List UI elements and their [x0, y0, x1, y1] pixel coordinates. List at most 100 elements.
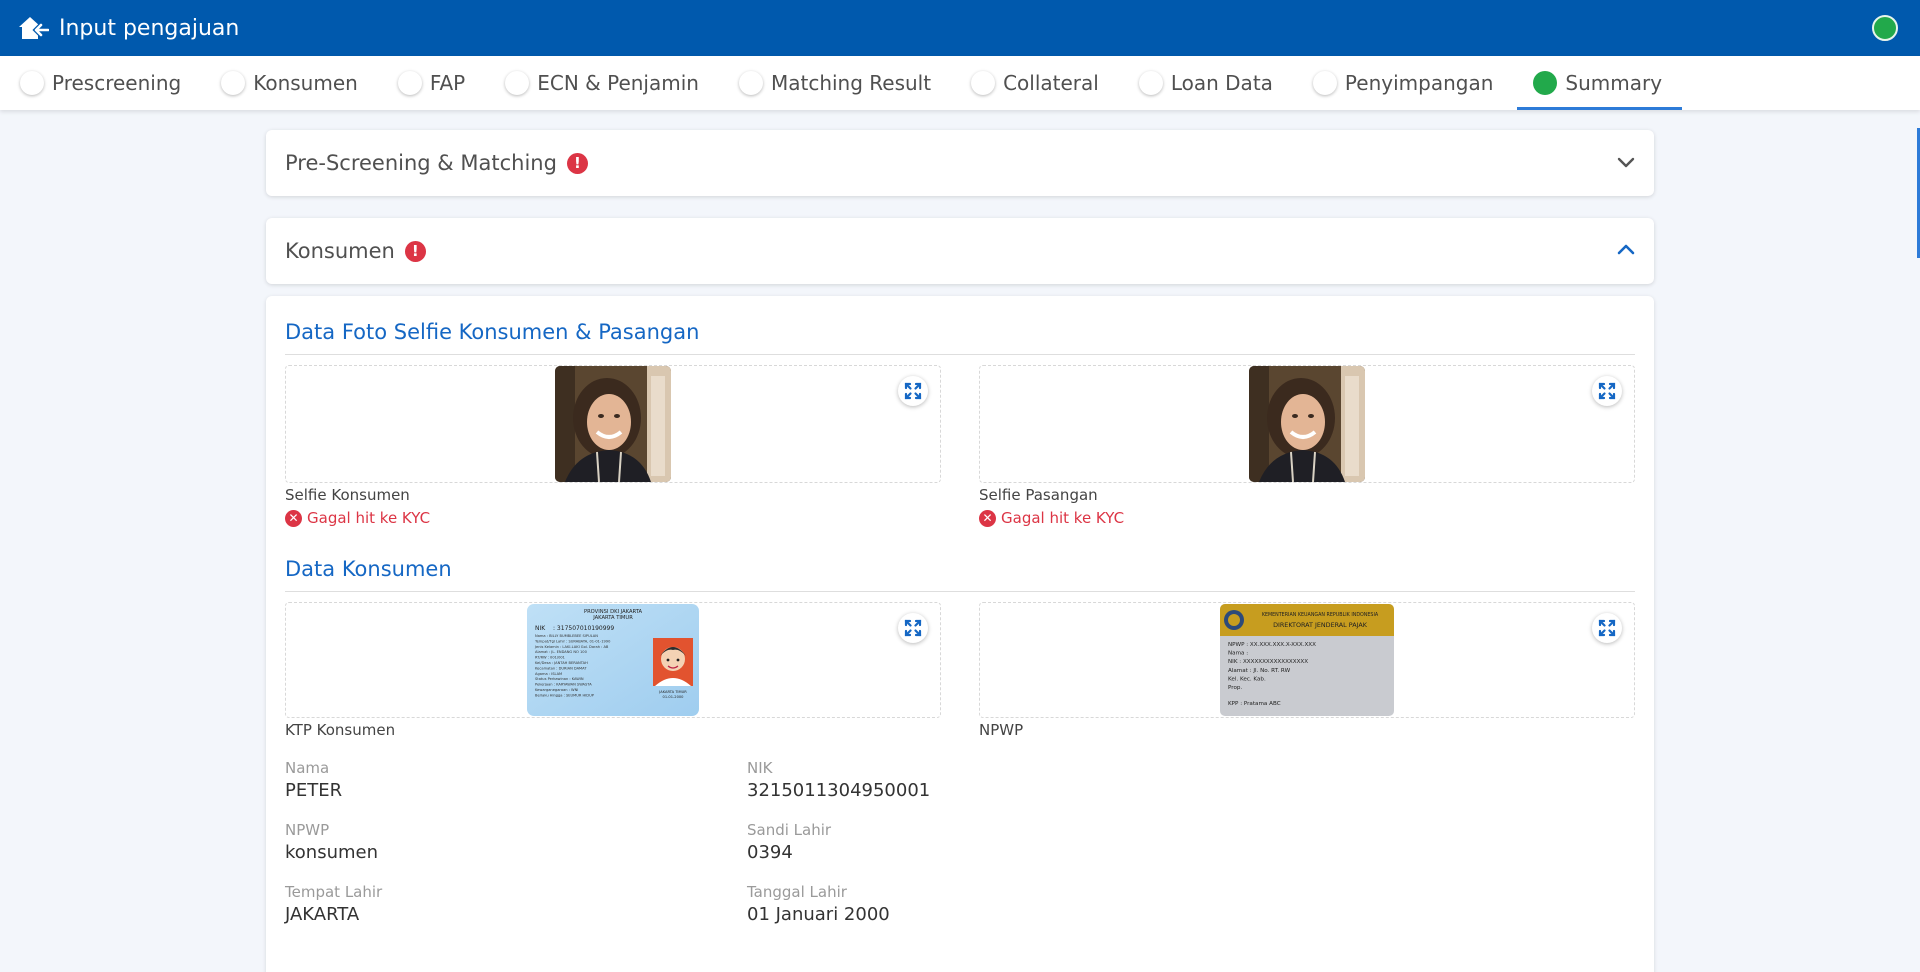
tab-ecn-penjamin[interactable]: ECN & Penjamin — [503, 56, 719, 110]
step-status-icon — [971, 71, 996, 95]
image-label: Selfie Konsumen — [285, 486, 410, 504]
field-npwp: NPWP konsumen — [285, 821, 747, 863]
ktp-nik: : 317507010190999 — [553, 625, 614, 632]
chevron-down-icon[interactable] — [1616, 152, 1636, 172]
ktp-row-text: Jenis Kelamin : LAKI-LAKI Gol. Darah : A… — [534, 645, 609, 649]
step-status-icon — [397, 71, 422, 95]
kyc-status: ✕ Gagal hit ke KYC — [285, 509, 941, 527]
field-sandi-lahir: Sandi Lahir 0394 — [747, 821, 1209, 863]
tab-collateral[interactable]: Collateral — [969, 56, 1119, 110]
selfie-pasangan-photo[interactable] — [1249, 366, 1365, 482]
home-back-icon[interactable] — [17, 13, 51, 43]
document-row: PROVINSI DKI JAKARTA JAKARTA TIMUR NIK :… — [285, 602, 1635, 739]
expand-icon[interactable] — [1592, 613, 1622, 643]
image-label: NPWP — [979, 721, 1024, 739]
tab-label: Loan Data — [1170, 71, 1273, 95]
npwp-row-text: Kel. Kec. Kab. — [1228, 676, 1266, 682]
tab-prescreening[interactable]: Prescreening — [18, 56, 201, 110]
tab-penyimpangan[interactable]: Penyimpangan — [1311, 56, 1513, 110]
step-status-icon — [1138, 71, 1163, 95]
tab-label: Matching Result — [770, 71, 932, 95]
tab-fap[interactable]: FAP — [396, 56, 485, 110]
ktp-row-text: Pekerjaan : KARYAWAN SWASTA — [535, 683, 592, 687]
step-tabs: Prescreening Konsumen FAP ECN & Penjamin… — [0, 56, 1920, 110]
ktp-row-text: Alamat : JL. ENDANG NO 100 — [535, 650, 588, 654]
tab-label: ECN & Penjamin — [537, 71, 699, 95]
ktp-sign-city: JAKARTA TIMUR — [658, 690, 687, 694]
kyc-status: ✕ Gagal hit ke KYC — [979, 509, 1635, 527]
selfie-row: Selfie Konsumen ✕ Gagal hit ke KYC Selfi… — [285, 365, 1635, 527]
step-status-icon — [738, 71, 763, 95]
image-frame — [979, 365, 1635, 483]
ktp-row-text: Tempat/Tgl Lahir : SURABAYA, 01-01-1990 — [534, 639, 611, 643]
selfie-konsumen-photo[interactable] — [555, 366, 671, 482]
tab-matching-result[interactable]: Matching Result — [737, 56, 951, 110]
field-label: Sandi Lahir — [747, 821, 832, 839]
ktp-sign-date: 01-01-2000 — [663, 695, 685, 699]
ktp-image[interactable]: PROVINSI DKI JAKARTA JAKARTA TIMUR NIK :… — [527, 604, 699, 716]
step-status-icon — [20, 71, 44, 95]
field-value: 01 Januari 2000 — [747, 904, 890, 925]
error-icon: ✕ — [285, 509, 302, 527]
expand-icon[interactable] — [898, 613, 928, 643]
npwp-row-text: Alamat : Jl. No. RT. RW — [1228, 668, 1291, 674]
npwp-line1: KEMENTERIAN KEUANGAN REPUBLIK INDONESIA — [1262, 612, 1379, 618]
field-label: Tanggal Lahir — [747, 883, 847, 901]
expand-icon[interactable] — [1592, 376, 1622, 406]
tab-summary[interactable]: Summary — [1517, 56, 1682, 110]
ktp-konsumen-card: PROVINSI DKI JAKARTA JAKARTA TIMUR NIK :… — [285, 602, 941, 739]
selfie-pasangan-card: Selfie Pasangan ✕ Gagal hit ke KYC — [979, 365, 1635, 527]
field-label: NPWP — [285, 821, 330, 839]
chevron-up-icon[interactable] — [1616, 240, 1636, 260]
field-label: Nama — [285, 759, 330, 777]
accordion-prescreening-matching[interactable]: Pre-Screening & Matching ! — [266, 130, 1654, 196]
npwp-row-text: Prop. — [1228, 685, 1242, 691]
konsumen-panel: Data Foto Selfie Konsumen & Pasangan Sel… — [266, 296, 1654, 972]
app-header: Input pengajuan — [0, 0, 1920, 56]
alert-icon: ! — [404, 240, 426, 262]
ktp-row-text: Nama : BILLY BUMBLEBEE SIPULAN — [535, 634, 598, 638]
field-nama: Nama PETER — [285, 759, 747, 801]
field-label: NIK — [747, 759, 773, 777]
konsumen-fields: Nama PETER NIK 3215011304950001 NPWP konsum… — [285, 759, 1635, 925]
ktp-row-text: Berlaku Hingga : SEUMUR HIDUP — [535, 693, 595, 697]
tab-label: FAP — [429, 71, 466, 95]
ktp-nik-label: NIK — [535, 625, 546, 632]
tab-label: Konsumen — [253, 71, 358, 95]
ktp-row-text: Kewarganegaraan : WNI — [535, 688, 578, 692]
image-label: Selfie Pasangan — [979, 486, 1098, 504]
image-label: KTP Konsumen — [285, 721, 396, 739]
npwp-card: KEMENTERIAN KEUANGAN REPUBLIK INDONESIA … — [979, 602, 1635, 739]
expand-icon[interactable] — [898, 376, 928, 406]
tab-loan-data[interactable]: Loan Data — [1137, 56, 1293, 110]
tab-label: Collateral — [1003, 71, 1099, 95]
tab-konsumen[interactable]: Konsumen — [219, 56, 378, 110]
tab-label: Penyimpangan — [1344, 71, 1494, 95]
image-frame — [285, 365, 941, 483]
field-nik: NIK 3215011304950001 — [747, 759, 1209, 801]
field-tempat-lahir: Tempat Lahir JAKARTA — [285, 883, 747, 925]
accordion-konsumen[interactable]: Konsumen ! — [266, 218, 1654, 284]
field-value: PETER — [285, 780, 343, 801]
ktp-row-text: Kecamatan : DURIAN DAMAT — [535, 666, 587, 670]
accordion-title: Pre-Screening & Matching — [285, 151, 557, 175]
ktp-row-text: Agama : ISLAM — [535, 672, 562, 676]
field-tanggal-lahir: Tanggal Lahir 01 Januari 2000 — [747, 883, 1209, 925]
npwp-row-text: NIK : XXXXXXXXXXXXXXXXX — [1228, 659, 1308, 665]
alert-icon: ! — [566, 152, 588, 174]
field-value: konsumen — [285, 842, 379, 863]
kyc-status-text: Gagal hit ke KYC — [1001, 509, 1125, 527]
field-value: 3215011304950001 — [747, 780, 931, 801]
accordion-title: Konsumen — [285, 239, 395, 263]
step-complete-icon — [1533, 71, 1558, 95]
npwp-image[interactable]: KEMENTERIAN KEUANGAN REPUBLIK INDONESIA … — [1220, 604, 1394, 716]
section-title: Data Konsumen — [285, 557, 1635, 592]
npwp-row-text: NPWP : XX.XXX.XXX.X-XXX.XXX — [1228, 642, 1316, 648]
selfie-konsumen-card: Selfie Konsumen ✕ Gagal hit ke KYC — [285, 365, 941, 527]
ktp-row-text: Kel/Desa : JANTAH BERANTAH — [535, 661, 588, 665]
field-label: Tempat Lahir — [285, 883, 383, 901]
image-frame: PROVINSI DKI JAKARTA JAKARTA TIMUR NIK :… — [285, 602, 941, 718]
npwp-row-text: Nama : — [1228, 651, 1248, 657]
ktp-kota: JAKARTA TIMUR — [592, 615, 633, 621]
field-value: JAKARTA — [285, 904, 360, 925]
